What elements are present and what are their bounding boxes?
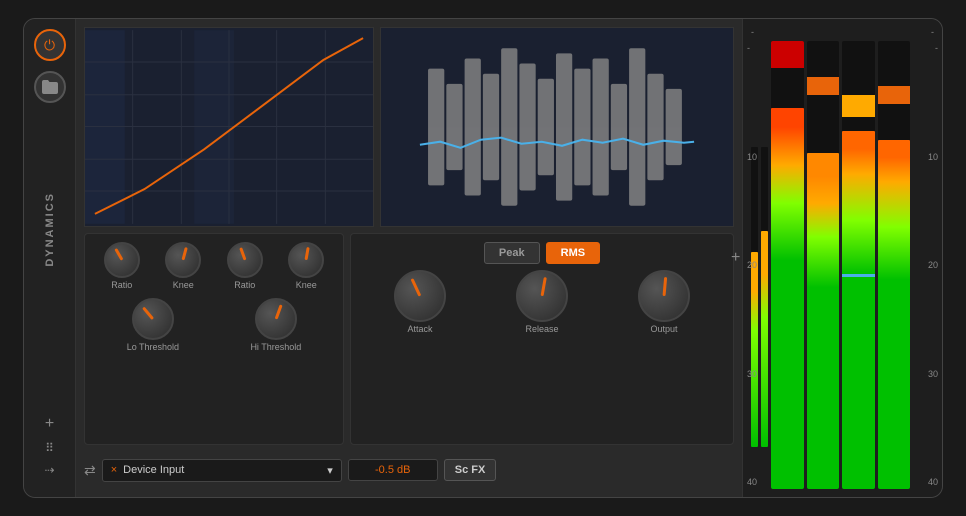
peak-indicator-2 (807, 77, 840, 95)
peak-button[interactable]: Peak (484, 242, 540, 264)
lo-ratio-label: Ratio (111, 280, 132, 290)
meter-right-top-label: - (931, 27, 934, 37)
hi-threshold-container: Hi Threshold (250, 294, 301, 352)
threshold-bottom-row: Lo Threshold Hi Threshold (93, 294, 335, 352)
release-knob[interactable] (516, 270, 568, 322)
meter-bars (769, 41, 912, 489)
db-display: -0.5 dB (348, 459, 438, 481)
arrow-icon[interactable]: ⇢ (44, 463, 54, 477)
attack-release-section: Peak RMS Attack (350, 233, 734, 445)
meter-add-left[interactable]: + (731, 249, 740, 267)
power-button[interactable]: ⏻ (34, 29, 66, 61)
hi-knee-label: Knee (296, 280, 317, 290)
folder-icon (42, 80, 58, 94)
threshold-section: Ratio Knee Ratio (84, 233, 344, 445)
hi-ratio-knob[interactable] (227, 242, 263, 278)
meter-section: - - - 10 20 30 40 (742, 19, 942, 497)
meter-left-top-label: - (751, 27, 754, 37)
peak-rms-row: Peak RMS (359, 242, 725, 264)
hi-ratio-label: Ratio (234, 280, 255, 290)
output-label: Output (650, 324, 677, 334)
plugin-name-label: DYNAMICS (44, 192, 56, 267)
scale-r-10: 10 (912, 152, 938, 162)
scale-label-10: 10 (747, 152, 769, 162)
transfer-graph-svg (85, 28, 373, 226)
meter-main-area: - 10 20 30 40 (747, 41, 938, 489)
lo-ratio-knob[interactable] (104, 242, 140, 278)
meter-fill-1 (771, 108, 804, 489)
main-content: Ratio Knee Ratio (76, 19, 742, 497)
meter-bar-1 (771, 41, 804, 489)
peak-indicator-3 (842, 95, 875, 117)
hi-knee-knob[interactable] (288, 242, 324, 278)
rms-marker (842, 274, 875, 277)
device-arrow-icon: ▾ (327, 464, 333, 477)
scale-label-30: 30 (747, 369, 769, 379)
device-x-icon: × (111, 464, 117, 476)
toolbar: ⇄ × Device Input ▾ -0.5 dB Sc FX (84, 451, 734, 489)
sidebar-bottom: + ⠿ ⇢ (44, 415, 54, 487)
meter-bar-4 (878, 41, 911, 489)
meter-bar-3 (842, 41, 875, 489)
meter-scale-left: - 10 20 30 40 (747, 41, 769, 489)
left-sidebar: ⏻ DYNAMICS + ⠿ ⇢ (24, 19, 76, 497)
hi-ratio-container: Ratio (227, 242, 263, 290)
add-icon[interactable]: + (45, 415, 54, 433)
rms-button[interactable]: RMS (546, 242, 600, 264)
meter-fill-2 (807, 153, 840, 489)
folder-button[interactable] (34, 71, 66, 103)
release-container: Release (516, 270, 568, 334)
scale-r-minus: - (912, 43, 938, 53)
plugin-container: ⏻ DYNAMICS + ⠿ ⇢ (23, 18, 943, 498)
threshold-top-row: Ratio Knee Ratio (93, 242, 335, 290)
meter-fill-4 (878, 140, 911, 489)
scale-label-minus: - (747, 43, 769, 53)
power-icon: ⏻ (44, 37, 55, 54)
lo-ratio-container: Ratio (104, 242, 140, 290)
output-knob[interactable] (638, 270, 690, 322)
scale-label-40: 40 (747, 477, 769, 487)
sc-fx-button[interactable]: Sc FX (444, 459, 497, 481)
bottom-controls: Ratio Knee Ratio (84, 233, 734, 445)
attack-knob[interactable] (394, 270, 446, 322)
lo-knee-knob[interactable] (165, 242, 201, 278)
routing-icon[interactable]: ⇄ (84, 462, 96, 479)
device-input-select[interactable]: × Device Input ▾ (102, 459, 342, 482)
output-container: Output (638, 270, 690, 334)
scale-r-40: 40 (912, 477, 938, 487)
lo-knee-container: Knee (165, 242, 201, 290)
hi-threshold-label: Hi Threshold (250, 342, 301, 352)
transfer-graph (84, 27, 374, 227)
scale-r-20: 20 (912, 260, 938, 270)
waveform-display (380, 27, 734, 227)
attack-label: Attack (407, 324, 432, 334)
top-section (84, 27, 734, 227)
attack-container: Attack (394, 270, 446, 334)
peak-clip-1 (771, 41, 804, 68)
meter-fill-3 (842, 131, 875, 489)
lo-threshold-container: Lo Threshold (127, 294, 179, 352)
peak-indicator-4 (878, 86, 911, 104)
scale-label-20: 20 (747, 260, 769, 270)
meter-scale-right: - 10 20 30 40 (912, 41, 938, 489)
meter-bar-2 (807, 41, 840, 489)
lo-threshold-knob[interactable] (132, 298, 174, 340)
release-label: Release (525, 324, 558, 334)
waveform-svg (381, 28, 733, 226)
lo-threshold-label: Lo Threshold (127, 342, 179, 352)
controls-bottom-row: Attack Release Output (359, 270, 725, 334)
device-input-label: Device Input (123, 464, 184, 476)
grid-icon[interactable]: ⠿ (45, 441, 54, 455)
hi-threshold-knob[interactable] (255, 298, 297, 340)
lo-knee-label: Knee (173, 280, 194, 290)
scale-r-30: 30 (912, 369, 938, 379)
meter-top-labels: - - (747, 27, 938, 37)
hi-knee-container: Knee (288, 242, 324, 290)
